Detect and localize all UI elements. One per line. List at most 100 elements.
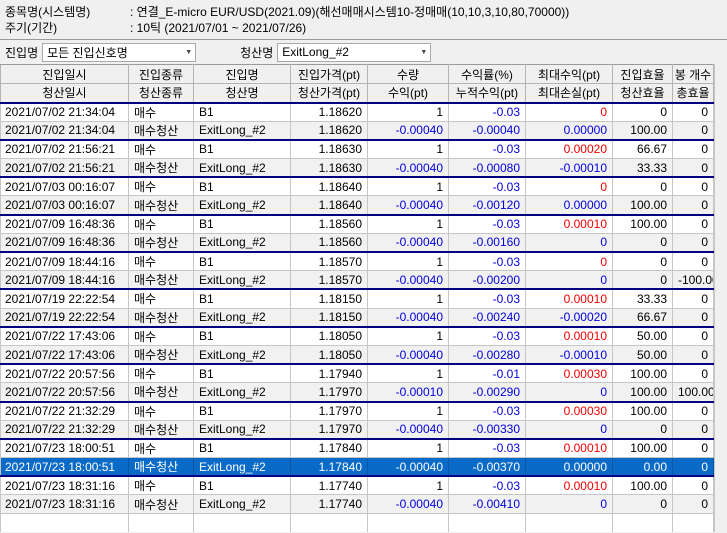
- cell-price: 1.18640: [291, 177, 368, 196]
- empty-cell: [368, 514, 449, 532]
- table-row[interactable]: 2021/07/22 17:43:06매수B11.180501-0.030.00…: [1, 327, 714, 346]
- cell-datetime: 2021/07/03 00:16:07: [1, 196, 129, 215]
- table-row[interactable]: 2021/07/09 18:44:16매수청산ExitLong_#21.1857…: [1, 271, 714, 290]
- symbol-value: : 연결_E-micro EUR/USD(2021.09)(해선매매시스템10-…: [130, 4, 569, 20]
- table-row[interactable]: 2021/07/23 18:00:51매수B11.178401-0.030.00…: [1, 439, 714, 458]
- trade-history-window: 종목명(시스템명) : 연결_E-micro EUR/USD(2021.09)(…: [0, 0, 727, 533]
- cell-efficiency: 0: [613, 271, 673, 290]
- cell-order-kind: 매수청산: [129, 121, 194, 140]
- cell-qty-or-profit: -0.00040: [368, 420, 449, 439]
- cell-order-kind: 매수: [129, 364, 194, 383]
- cell-max-profit-or-loss: 0: [526, 495, 613, 514]
- cell-signal-name: ExitLong_#2: [194, 345, 291, 364]
- cell-bars-or-total-eff: 0: [673, 458, 714, 477]
- cell-order-kind: 매수: [129, 289, 194, 308]
- cell-signal-name: B1: [194, 439, 291, 458]
- col-header-entry-name: 진입명: [194, 65, 291, 84]
- cell-max-profit-or-loss: 0: [526, 420, 613, 439]
- cell-qty-or-profit: -0.00040: [368, 196, 449, 215]
- table-row[interactable]: 2021/07/02 21:56:21매수B11.186301-0.030.00…: [1, 140, 714, 159]
- cell-qty-or-profit: -0.00040: [368, 233, 449, 252]
- table-row[interactable]: 2021/07/19 22:22:54매수청산ExitLong_#21.1815…: [1, 308, 714, 327]
- cell-efficiency: 0: [613, 252, 673, 271]
- cell-order-kind: 매수청산: [129, 196, 194, 215]
- table-row[interactable]: 2021/07/09 18:44:16매수B11.185701-0.03000: [1, 252, 714, 271]
- cell-datetime: 2021/07/22 17:43:06: [1, 345, 129, 364]
- cell-qty-or-profit: 1: [368, 252, 449, 271]
- exit-name-select[interactable]: ExitLong_#2 ▼: [277, 43, 431, 62]
- cell-qty-or-profit: -0.00010: [368, 383, 449, 402]
- cell-order-kind: 매수: [129, 140, 194, 159]
- table-row[interactable]: 2021/07/02 21:56:21매수청산ExitLong_#21.1863…: [1, 159, 714, 178]
- table-row[interactable]: 2021/07/09 16:48:36매수B11.185601-0.030.00…: [1, 215, 714, 234]
- table-row[interactable]: 2021/07/22 21:32:29매수청산ExitLong_#21.1797…: [1, 420, 714, 439]
- cell-price: 1.17840: [291, 439, 368, 458]
- cell-rate-or-cum-profit: -0.03: [449, 215, 526, 234]
- cell-price: 1.18560: [291, 233, 368, 252]
- table-row[interactable]: 2021/07/03 00:16:07매수B11.186401-0.03000: [1, 177, 714, 196]
- table-row[interactable]: 2021/07/02 21:34:04매수B11.186201-0.03000: [1, 103, 714, 122]
- table-row[interactable]: 2021/07/03 00:16:07매수청산ExitLong_#21.1864…: [1, 196, 714, 215]
- col-header-entry-efficiency: 진입효율: [613, 65, 673, 84]
- table-row[interactable]: 2021/07/23 18:00:51매수청산ExitLong_#21.1784…: [1, 458, 714, 477]
- cell-qty-or-profit: 1: [368, 476, 449, 495]
- cell-price: 1.18630: [291, 159, 368, 178]
- entry-name-select[interactable]: 모든 진입신호명 ▼: [42, 43, 196, 62]
- empty-cell: [1, 514, 129, 532]
- cell-efficiency: 100.00: [613, 476, 673, 495]
- cell-order-kind: 매수: [129, 177, 194, 196]
- cell-rate-or-cum-profit: -0.00370: [449, 458, 526, 477]
- table-row[interactable]: 2021/07/22 21:32:29매수B11.179701-0.030.00…: [1, 402, 714, 421]
- cell-price: 1.18150: [291, 289, 368, 308]
- cell-bars-or-total-eff: 0: [673, 420, 714, 439]
- col-header-profit: 수익(pt): [368, 84, 449, 103]
- table-row[interactable]: 2021/07/22 17:43:06매수청산ExitLong_#21.1805…: [1, 345, 714, 364]
- cell-efficiency: 0: [613, 495, 673, 514]
- cell-signal-name: ExitLong_#2: [194, 458, 291, 477]
- cell-max-profit-or-loss: 0.00010: [526, 289, 613, 308]
- cell-signal-name: ExitLong_#2: [194, 159, 291, 178]
- cell-rate-or-cum-profit: -0.00240: [449, 308, 526, 327]
- table-row[interactable]: 2021/07/22 20:57:56매수청산ExitLong_#21.1797…: [1, 383, 714, 402]
- cell-datetime: 2021/07/02 21:34:04: [1, 103, 129, 122]
- cell-rate-or-cum-profit: -0.01: [449, 364, 526, 383]
- header-row-exit: 청산일시 청산종류 청산명 청산가격(pt) 수익(pt) 누적수익(pt) 최…: [1, 84, 714, 103]
- cell-max-profit-or-loss: 0.00030: [526, 364, 613, 383]
- exit-name-selected-value: ExitLong_#2: [282, 45, 349, 59]
- chevron-down-icon: ▼: [185, 49, 192, 56]
- col-header-profit-rate: 수익률(%): [449, 65, 526, 84]
- cell-bars-or-total-eff: 0: [673, 215, 714, 234]
- cell-qty-or-profit: -0.00040: [368, 345, 449, 364]
- table-row[interactable]: 2021/07/22 20:57:56매수B11.179401-0.010.00…: [1, 364, 714, 383]
- table-row[interactable]: 2021/07/02 21:34:04매수청산ExitLong_#21.1862…: [1, 121, 714, 140]
- cell-datetime: 2021/07/19 22:22:54: [1, 308, 129, 327]
- cell-signal-name: B1: [194, 140, 291, 159]
- cell-efficiency: 33.33: [613, 159, 673, 178]
- cell-max-profit-or-loss: 0.00010: [526, 215, 613, 234]
- table-row[interactable]: 2021/07/23 18:31:16매수B11.177401-0.030.00…: [1, 476, 714, 495]
- cell-rate-or-cum-profit: -0.03: [449, 103, 526, 122]
- cell-bars-or-total-eff: 0: [673, 402, 714, 421]
- cell-rate-or-cum-profit: -0.03: [449, 439, 526, 458]
- cell-qty-or-profit: 1: [368, 215, 449, 234]
- table-row[interactable]: 2021/07/23 18:31:16매수청산ExitLong_#21.1774…: [1, 495, 714, 514]
- cell-max-profit-or-loss: 0.00000: [526, 196, 613, 215]
- cell-max-profit-or-loss: 0.00010: [526, 476, 613, 495]
- col-header-exit-efficiency: 청산효율: [613, 84, 673, 103]
- cell-efficiency: 0: [613, 420, 673, 439]
- cell-bars-or-total-eff: 0: [673, 364, 714, 383]
- cell-bars-or-total-eff: 0: [673, 140, 714, 159]
- cell-price: 1.17970: [291, 383, 368, 402]
- cell-rate-or-cum-profit: -0.03: [449, 402, 526, 421]
- table-row[interactable]: 2021/07/09 16:48:36매수청산ExitLong_#21.1856…: [1, 233, 714, 252]
- cell-datetime: 2021/07/23 18:31:16: [1, 495, 129, 514]
- empty-cell: [449, 514, 526, 532]
- cell-max-profit-or-loss: -0.00020: [526, 308, 613, 327]
- cell-signal-name: B1: [194, 103, 291, 122]
- cell-price: 1.18150: [291, 308, 368, 327]
- table-row[interactable]: 2021/07/19 22:22:54매수B11.181501-0.030.00…: [1, 289, 714, 308]
- cell-datetime: 2021/07/19 22:22:54: [1, 289, 129, 308]
- cell-rate-or-cum-profit: -0.03: [449, 177, 526, 196]
- cell-order-kind: 매수청산: [129, 233, 194, 252]
- col-header-exit-kind: 청산종류: [129, 84, 194, 103]
